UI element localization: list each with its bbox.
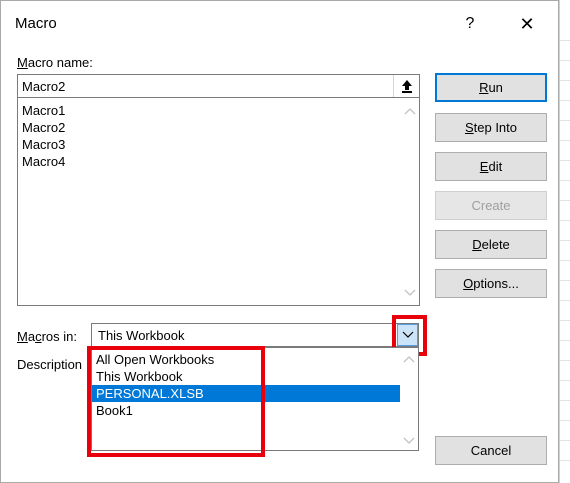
create-button[interactable]: Create: [435, 191, 547, 220]
close-button[interactable]: ✕: [509, 9, 545, 39]
description-label: Description: [17, 357, 83, 372]
macro-name-label: Macro name:: [17, 55, 93, 70]
chevron-down-icon[interactable]: [403, 434, 415, 446]
delete-button[interactable]: Delete: [435, 230, 547, 259]
macros-in-value: This Workbook: [98, 328, 185, 343]
macros-in-select[interactable]: This Workbook: [91, 323, 419, 347]
list-item[interactable]: Macro2: [22, 120, 65, 135]
chevron-up-icon[interactable]: [403, 354, 415, 366]
macro-name-field[interactable]: [17, 74, 420, 98]
options-button[interactable]: Options...: [435, 269, 547, 298]
list-item[interactable]: Macro4: [22, 154, 65, 169]
edit-button[interactable]: Edit: [435, 152, 547, 181]
up-arrow-icon: [401, 80, 412, 93]
run-button[interactable]: Run: [435, 73, 547, 102]
chevron-down-icon[interactable]: [404, 286, 416, 298]
macro-list[interactable]: Macro1 Macro2 Macro3 Macro4: [17, 98, 420, 306]
macro-list-scrollbar[interactable]: [401, 98, 419, 305]
macro-dialog: Macro ? ✕ Macro name: Macro1 Macro2 Macr…: [0, 0, 559, 483]
options-list-scrollbar[interactable]: [400, 348, 418, 450]
dialog-title: Macro: [15, 15, 57, 32]
collapse-button[interactable]: [393, 75, 419, 97]
chevron-up-icon[interactable]: [404, 106, 416, 118]
highlight-box-options: [87, 346, 265, 457]
background-sheet-edge: [559, 0, 570, 483]
list-item[interactable]: Macro1: [22, 103, 65, 118]
help-button[interactable]: ?: [453, 9, 487, 39]
close-icon: ✕: [519, 14, 535, 34]
macros-in-label: Macros in:: [17, 329, 77, 344]
cancel-button[interactable]: Cancel: [435, 436, 547, 465]
list-item[interactable]: Macro3: [22, 137, 65, 152]
macro-name-input[interactable]: [18, 75, 388, 97]
step-into-button[interactable]: Step Into: [435, 113, 547, 142]
help-icon: ?: [465, 15, 475, 32]
